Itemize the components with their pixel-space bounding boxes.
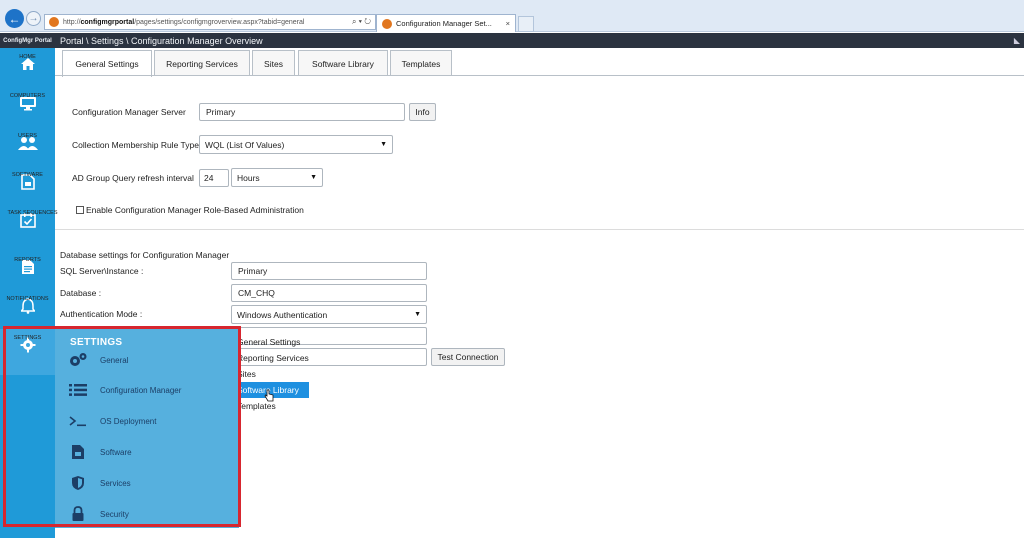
nav-item-reports[interactable]: REPORTS xyxy=(0,257,55,277)
nav-item-users[interactable]: USERS xyxy=(0,133,55,153)
section-divider xyxy=(55,229,1024,230)
database-input[interactable]: CM_CHQ xyxy=(231,284,427,302)
address-bar[interactable]: http://configmgrportal/pages/settings/co… xyxy=(44,14,376,30)
auth-mode-value: Windows Authentication xyxy=(237,309,328,320)
collection-select[interactable]: WQL (List Of Values) ▼ xyxy=(199,135,393,154)
new-tab-button[interactable] xyxy=(518,16,534,32)
flyout-item-services[interactable]: Services xyxy=(67,472,237,494)
brand-logo[interactable]: ConfigMgr Portal xyxy=(0,38,55,44)
arrow-right-icon: → xyxy=(28,13,39,24)
tab-reporting-services[interactable]: Reporting Services xyxy=(154,50,250,76)
nav-item-home[interactable]: HOME xyxy=(0,54,55,74)
auth-label: Authentication Mode : xyxy=(60,309,143,319)
top-header: ConfigMgr Portal Portal \ Settings \ Con… xyxy=(0,33,1024,48)
caret-down-icon: ▼ xyxy=(380,141,387,148)
back-button[interactable]: ← xyxy=(5,9,24,28)
tab-general-settings[interactable]: General Settings xyxy=(62,50,152,77)
tab-favicon-icon xyxy=(382,18,392,29)
collection-label: Collection Membership Rule Type xyxy=(72,140,199,150)
adgroup-unit-value: Hours xyxy=(237,172,260,183)
lock-icon xyxy=(67,506,89,522)
file-icon xyxy=(67,444,89,460)
rbac-label: Enable Configuration Manager Role-Based … xyxy=(86,205,304,215)
flyout-title: SETTINGS xyxy=(70,337,123,348)
corner-icon: ◣ xyxy=(1013,36,1020,45)
site-favicon-icon xyxy=(49,17,59,27)
arrow-left-icon: ← xyxy=(8,11,21,26)
list-icon xyxy=(67,383,89,397)
nav-item-computers[interactable]: COMPUTERS xyxy=(0,93,55,113)
breadcrumb: Portal \ Settings \ Configuration Manage… xyxy=(60,35,263,46)
flyout-item-software[interactable]: Software xyxy=(67,441,237,463)
adgroup-interval-input[interactable]: 24 xyxy=(199,169,229,187)
adgroup-label: AD Group Query refresh interval xyxy=(72,173,194,183)
tab-software-library[interactable]: Software Library xyxy=(298,50,388,76)
tab-templates[interactable]: Templates xyxy=(390,50,452,76)
test-connection-button[interactable]: Test Connection xyxy=(431,348,505,366)
tab-title: Configuration Manager Set... xyxy=(396,19,492,28)
db-label: Database : xyxy=(60,288,102,298)
dropdown-option-general-settings[interactable]: General Settings xyxy=(233,334,313,350)
dropdown-option-reporting-services[interactable]: Reporting Services xyxy=(233,350,313,366)
browser-chrome: ← → http://configmgrportal/pages/setting… xyxy=(0,0,1024,32)
tabs-underline xyxy=(55,75,1024,76)
sql-label: SQL Server\Instance : xyxy=(60,266,144,276)
address-controls[interactable]: ⌕ ▾ ↻ xyxy=(352,17,371,27)
info-button[interactable]: Info xyxy=(409,103,436,121)
flyout-item-general[interactable]: General xyxy=(67,349,237,371)
flyout-item-configuration-manager[interactable]: Configuration Manager xyxy=(67,379,237,401)
settings-flyout: SETTINGS General Configuration Manager O… xyxy=(55,327,239,528)
shield-icon xyxy=(67,475,89,491)
rbac-checkbox[interactable] xyxy=(76,206,84,214)
tab-sites[interactable]: Sites xyxy=(252,50,295,76)
cogs-icon xyxy=(67,352,89,368)
flyout-item-security[interactable]: Security xyxy=(67,503,237,525)
tab-close-icon[interactable]: × xyxy=(506,19,510,28)
nav-item-notifications[interactable]: NOTIFICATIONS xyxy=(0,296,55,316)
terminal-icon xyxy=(67,415,89,427)
nav-item-task-sequences[interactable]: TASK SEQUENCES xyxy=(0,210,58,230)
server-label: Configuration Manager Server xyxy=(72,107,186,117)
collection-value: WQL (List Of Values) xyxy=(205,139,285,150)
nav-item-software[interactable]: SOFTWARE xyxy=(0,172,55,192)
browser-tab[interactable]: Configuration Manager Set... × xyxy=(376,14,516,32)
server-input[interactable]: Primary xyxy=(199,103,405,121)
address-url: http://configmgrportal/pages/settings/co… xyxy=(63,18,305,26)
database-heading: Database settings for Configuration Mana… xyxy=(60,250,230,260)
forward-button[interactable]: → xyxy=(26,11,41,26)
dropdown-option-sites[interactable]: Sites xyxy=(233,366,313,382)
flyout-item-os-deployment[interactable]: OS Deployment xyxy=(67,410,237,432)
page-dropdown-list: General Settings Reporting Services Site… xyxy=(233,334,313,414)
auth-mode-select[interactable]: Windows Authentication ▼ xyxy=(231,305,427,324)
nav-item-settings[interactable]: SETTINGS xyxy=(0,329,55,375)
caret-down-icon: ▼ xyxy=(310,174,317,181)
left-nav: HOME COMPUTERS USERS SOFTWARE TASK SEQUE… xyxy=(0,48,58,538)
caret-down-icon: ▼ xyxy=(414,311,421,318)
sql-instance-input[interactable]: Primary xyxy=(231,262,427,280)
adgroup-unit-select[interactable]: Hours ▼ xyxy=(231,168,323,187)
